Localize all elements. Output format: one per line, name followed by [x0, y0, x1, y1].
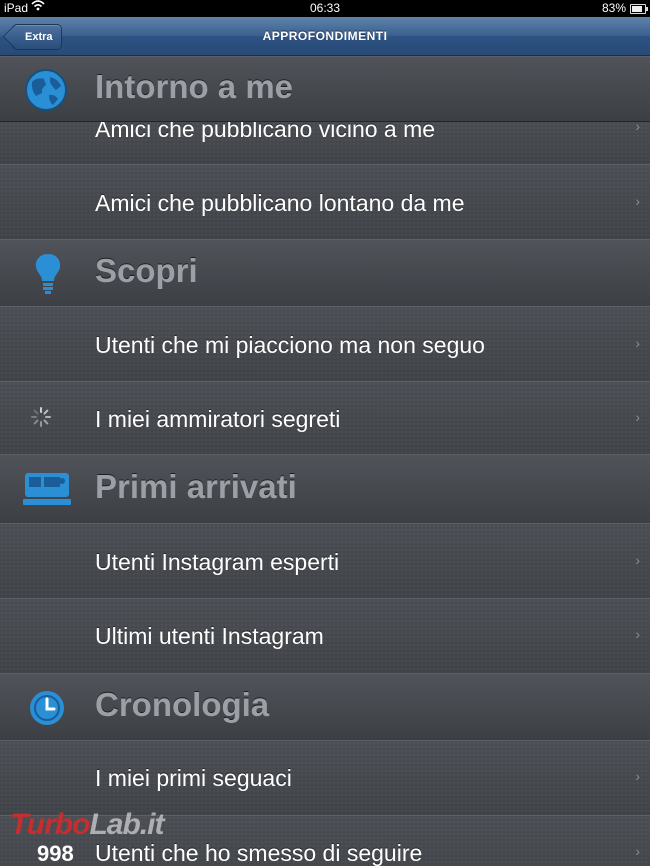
loading-spinner-icon [30, 406, 52, 433]
list-item[interactable]: Ultimi utenti Instagram › [0, 598, 650, 674]
list-item-label: Utenti Instagram esperti [95, 549, 340, 575]
section-header-scopri: Scopri [0, 239, 650, 307]
chevron-right-icon: › [635, 193, 640, 209]
section-title: Intorno a me [95, 68, 294, 105]
unfollow-count: 998 [37, 841, 74, 866]
list-item[interactable]: I miei ammiratori segreti › [0, 381, 650, 455]
clock-icon [27, 688, 67, 733]
battery-percent: 83% [601, 1, 626, 15]
chevron-right-icon: › [635, 626, 640, 642]
globe-icon [22, 68, 70, 117]
chevron-right-icon: › [635, 335, 640, 351]
chevron-right-icon: › [635, 409, 640, 425]
list-item-label: I miei primi seguaci [95, 765, 292, 791]
camera-icon [22, 471, 72, 512]
chevron-right-icon: › [635, 552, 640, 568]
list-item-label: I miei ammiratori segreti [95, 406, 341, 432]
list-item[interactable]: Amici che pubblicano lontano da me › [0, 164, 650, 240]
page-title: APPROFONDIMENTI [262, 29, 388, 43]
section-title: Primi arrivati [95, 468, 297, 505]
lightbulb-icon [33, 252, 63, 301]
section-header-cronologia: Cronologia [0, 673, 650, 741]
list-item-label: Ultimi utenti Instagram [95, 623, 324, 649]
battery-icon [630, 4, 648, 14]
list-item[interactable]: Utenti Instagram esperti › [0, 523, 650, 599]
navigation-bar: Extra APPROFONDIMENTI [0, 17, 650, 56]
status-bar: iPad 06:33 83% [0, 0, 650, 17]
watermark-logo: TurboLab.it [10, 808, 164, 841]
section-title: Scopri [95, 252, 198, 289]
list-item-label: Utenti che mi piacciono ma non seguo [95, 332, 485, 358]
chevron-right-icon: › [635, 843, 640, 859]
list-item[interactable]: Utenti che mi piacciono ma non seguo › [0, 306, 650, 382]
clock-label: 06:33 [309, 1, 341, 15]
section-title: Cronologia [95, 686, 270, 723]
chevron-right-icon: › [635, 768, 640, 784]
section-header-primi-arrivati: Primi arrivati [0, 454, 650, 524]
list-item[interactable]: I miei primi seguaci › [0, 740, 650, 816]
insights-list[interactable]: Amici che pubblicano vicino a me › Intor… [0, 56, 650, 866]
list-item-label: Utenti che ho smesso di seguire [95, 840, 423, 866]
section-header-intorno: Intorno a me [0, 56, 650, 122]
list-item-label: Amici che pubblicano lontano da me [95, 190, 465, 216]
